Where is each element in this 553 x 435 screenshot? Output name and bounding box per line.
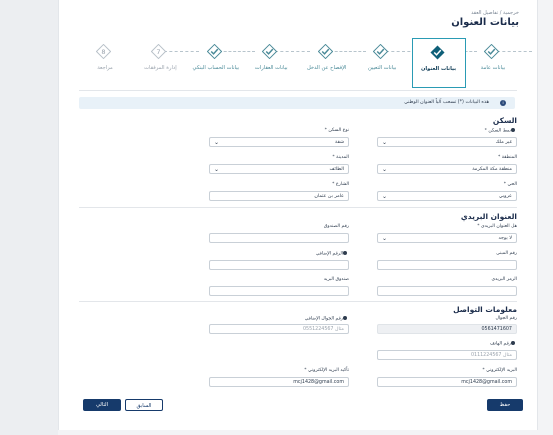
step-3[interactable]: بيانات التعيين (356, 38, 408, 86)
info-icon (343, 316, 347, 320)
building-number-input[interactable] (377, 260, 517, 270)
chevron-down-icon: ⌄ (214, 139, 220, 146)
page-title: بيانات العنوان (451, 17, 519, 28)
alt-phone-label: رقم الجوال الإضافي (305, 316, 349, 322)
section-title-residence: السكن (492, 116, 517, 125)
next-button[interactable]: التالي (83, 399, 121, 411)
chevron-down-icon: ⌄ (382, 139, 388, 146)
email-label: البريد الإلكتروني * (482, 368, 517, 373)
section-divider (79, 301, 517, 302)
step-label: إدارة المرفقات (144, 65, 177, 71)
housing-type-label: نوع السكن * (324, 128, 349, 133)
street-input[interactable]: عامر بن عثمان (209, 191, 349, 201)
chevron-down-icon: ⌄ (382, 235, 388, 242)
stepper-divider (79, 90, 517, 91)
has-postal-label: هل العنوان البريدي * (477, 224, 517, 229)
form-panel: خرجمية / تفاصيل العقد بيانات العنوان بيا… (58, 0, 538, 430)
step-number-icon: 8 (96, 44, 111, 59)
check-icon (373, 44, 389, 59)
step-label: بيانات العقارات (254, 65, 288, 71)
mailbox-input[interactable] (209, 286, 349, 296)
extra-number-label: الرقم الإضافي (316, 251, 349, 257)
step-1[interactable]: بيانات عامة (467, 38, 519, 86)
step-label: بيانات العنوان (420, 66, 457, 72)
info-icon (511, 128, 515, 132)
phone-field: 0561471607 (377, 324, 517, 334)
district-label: الحي * (503, 182, 517, 187)
chevron-down-icon: ⌄ (214, 166, 220, 173)
has-postal-select[interactable]: لا يوجد ⌄ (377, 233, 517, 243)
housing-type-select[interactable]: شقة ⌄ (209, 137, 349, 147)
check-icon (262, 44, 278, 59)
email-input[interactable]: mcj1428@gmail.com (377, 377, 517, 387)
chevron-down-icon: ⌄ (382, 166, 388, 173)
step-6[interactable]: بيانات الحساب البنكي (190, 38, 242, 86)
step-label: الإفصاح عن الدخل (306, 65, 347, 71)
left-gutter (0, 0, 58, 435)
step-label: مراجعة (97, 65, 113, 71)
email-confirm-label: تأكيد البريد الإلكتروني * (304, 368, 349, 373)
svg-text:8: 8 (101, 48, 105, 56)
district-select[interactable]: عروبي ⌄ (377, 191, 517, 201)
section-divider (79, 207, 517, 208)
residence-type-select[interactable]: غير ملك ⌄ (377, 137, 517, 147)
info-icon (343, 251, 347, 255)
city-select[interactable]: الطائف ⌄ (209, 164, 349, 174)
region-label: المنطقة * (497, 155, 517, 160)
step-2[interactable]: بيانات العنوان (411, 38, 466, 88)
breadcrumb[interactable]: خرجمية / تفاصيل العقد (471, 10, 519, 16)
city-label: المدينة * (332, 155, 349, 160)
landline-label: رقم الهاتف (490, 341, 517, 347)
info-icon (511, 341, 515, 345)
landline-input[interactable]: مثال 0111224567 (377, 350, 517, 360)
save-button[interactable]: حفظ (487, 399, 523, 411)
phone-label: رقم الجوال (495, 316, 517, 321)
check-icon (317, 44, 333, 59)
info-banner: i هذه البيانات (*) تسحب آلياً العنوان ال… (79, 97, 515, 109)
step-8[interactable]: 8 مراجعة (79, 38, 131, 86)
chevron-down-icon: ⌄ (382, 193, 388, 200)
step-4[interactable]: الإفصاح عن الدخل (301, 38, 353, 86)
section-title-postal: العنوان البريدي (460, 212, 517, 221)
step-label: بيانات عامة (480, 65, 506, 71)
box-number-label: رقم الصندوق (323, 224, 349, 229)
step-7[interactable]: 7 إدارة المرفقات (134, 38, 186, 86)
info-icon: i (500, 100, 506, 106)
building-number-label: رقم المبنى (496, 251, 517, 256)
step-5[interactable]: بيانات العقارات (245, 38, 297, 86)
email-confirm-input[interactable]: mcj1428@gmail.com (209, 377, 349, 387)
extra-number-input[interactable] (209, 260, 349, 270)
svg-text:7: 7 (157, 48, 161, 56)
check-icon (206, 44, 222, 59)
street-label: الشارع * (332, 182, 349, 187)
previous-button[interactable]: السابق (125, 399, 163, 411)
alt-phone-input[interactable]: مثال 0551224567 (209, 324, 349, 334)
section-title-contact: معلومات التواصل (453, 305, 517, 314)
progress-stepper: بيانات عامة بيانات العنوان بيانات التعيين ا… (79, 36, 532, 88)
postal-code-input[interactable] (377, 286, 517, 296)
check-icon (430, 45, 445, 60)
residence-type-label: نمط السكن * (485, 128, 517, 134)
check-icon (484, 44, 499, 59)
mailbox-label: صندوق البريد (323, 277, 349, 282)
region-select[interactable]: منطقة مكة المكرمة ⌄ (377, 164, 517, 174)
postal-code-label: الرمز البريدي (491, 277, 517, 282)
step-label: بيانات التعيين (367, 65, 397, 71)
step-number-icon: 7 (151, 44, 167, 59)
box-number-input[interactable] (209, 233, 349, 243)
step-label: بيانات الحساب البنكي (192, 65, 240, 71)
info-text: هذه البيانات (*) تسحب آلياً العنوان الوط… (404, 100, 489, 105)
